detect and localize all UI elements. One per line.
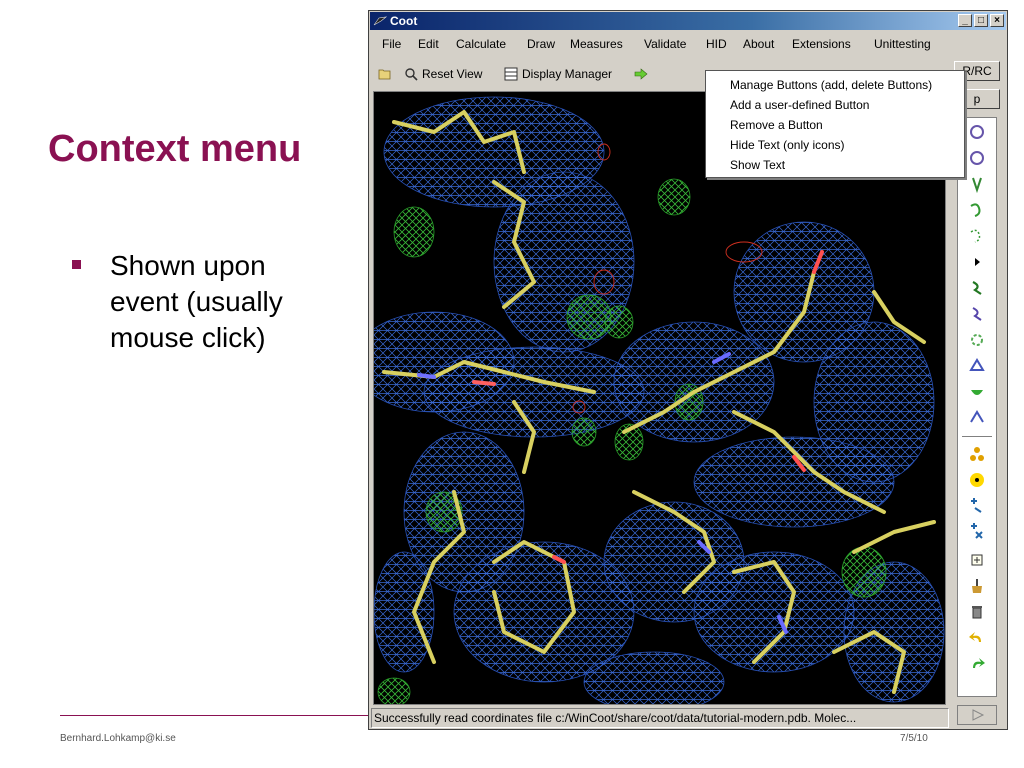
- reset-view-button[interactable]: Reset View: [404, 65, 482, 83]
- add-terminal-icon[interactable]: [967, 330, 987, 350]
- fit-residue-icon[interactable]: [967, 200, 987, 220]
- ctx-manage-buttons[interactable]: Manage Buttons (add, delete Buttons): [706, 75, 964, 95]
- status-text: Successfully read coordinates file c:/Wi…: [374, 711, 857, 725]
- arrow-go-icon: [634, 68, 648, 80]
- play-small-icon[interactable]: [967, 252, 987, 272]
- place-atom-icon[interactable]: [967, 444, 987, 464]
- menu-draw[interactable]: Draw: [527, 37, 555, 51]
- menu-file[interactable]: File: [382, 37, 401, 51]
- mutate-icon[interactable]: [967, 304, 987, 324]
- menubar: File Edit Calculate Draw Measures Valida…: [370, 33, 950, 55]
- ctx-remove-button[interactable]: Remove a Button: [706, 115, 964, 135]
- window-title: Coot: [390, 14, 418, 28]
- cis-trans-icon[interactable]: [967, 408, 987, 428]
- menu-hid[interactable]: HID: [706, 37, 727, 51]
- ctx-show-text[interactable]: Show Text: [706, 155, 964, 175]
- maximize-button[interactable]: □: [974, 14, 988, 27]
- fit-segment-icon[interactable]: [967, 226, 987, 246]
- display-manager-button[interactable]: Display Manager: [504, 65, 612, 83]
- refine-icon[interactable]: [967, 148, 987, 168]
- display-manager-icon: [504, 67, 518, 81]
- reset-view-label: Reset View: [422, 67, 483, 81]
- footer-email: Bernhard.Lohkamp@ki.se: [60, 733, 176, 744]
- modelling-toolbar: [957, 117, 997, 697]
- add-water-icon[interactable]: [967, 496, 987, 516]
- coot-logo-icon: [373, 16, 387, 26]
- go-button[interactable]: [634, 65, 648, 83]
- slide-title: Context menu: [48, 128, 302, 170]
- trash-icon[interactable]: [967, 602, 987, 622]
- flip-peptide-icon[interactable]: [967, 356, 987, 376]
- footer-divider: [60, 715, 370, 716]
- panel-play-button[interactable]: [957, 705, 997, 725]
- menu-validate[interactable]: Validate: [644, 37, 686, 51]
- menu-unittesting[interactable]: Unittesting: [874, 37, 931, 51]
- context-menu: Manage Buttons (add, delete Buttons) Add…: [705, 70, 965, 178]
- status-bar: Successfully read coordinates file c:/Wi…: [371, 708, 949, 728]
- footer-date: 7/5/10: [900, 733, 928, 744]
- toolbar-separator: [962, 436, 992, 437]
- play-outline-icon: [972, 709, 985, 721]
- redo-icon[interactable]: [967, 654, 987, 674]
- menu-measures[interactable]: Measures: [570, 37, 623, 51]
- molecule-viewport[interactable]: [373, 91, 946, 705]
- rotate-translate-icon[interactable]: [967, 122, 987, 142]
- radiation-icon[interactable]: [967, 470, 987, 490]
- menu-edit[interactable]: Edit: [418, 37, 439, 51]
- ctx-add-user-button[interactable]: Add a user-defined Button: [706, 95, 964, 115]
- side-chain-icon[interactable]: [967, 382, 987, 402]
- bullet-marker: [72, 260, 81, 269]
- menu-extensions[interactable]: Extensions: [792, 37, 851, 51]
- display-manager-label: Display Manager: [522, 67, 613, 81]
- magnifier-icon: [405, 68, 418, 81]
- electron-density-map: [374, 96, 945, 704]
- folder-open-icon: [378, 69, 391, 80]
- bucket-icon[interactable]: [967, 576, 987, 596]
- rotamer-icon[interactable]: [967, 278, 987, 298]
- window-titlebar[interactable]: Coot _ □ ×: [370, 12, 1006, 30]
- menu-about[interactable]: About: [743, 37, 774, 51]
- regularize-icon[interactable]: [967, 174, 987, 194]
- delete-atom-icon[interactable]: [967, 522, 987, 542]
- ctx-hide-text[interactable]: Hide Text (only icons): [706, 135, 964, 155]
- close-button[interactable]: ×: [990, 14, 1004, 27]
- minimize-button[interactable]: _: [958, 14, 972, 27]
- box-plus-icon[interactable]: [967, 550, 987, 570]
- open-button[interactable]: [378, 65, 392, 83]
- undo-icon[interactable]: [967, 628, 987, 648]
- bullet-text: Shown upon event (usually mouse click): [110, 250, 283, 353]
- menu-calculate[interactable]: Calculate: [456, 37, 506, 51]
